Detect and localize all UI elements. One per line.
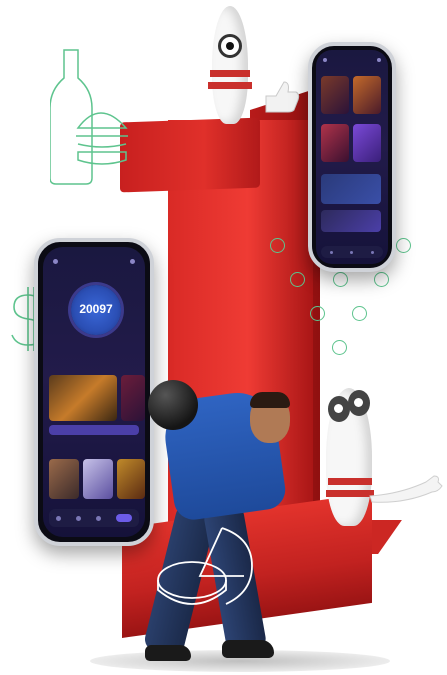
promo-card[interactable] <box>321 174 381 204</box>
media-tile[interactable] <box>49 459 79 499</box>
secondary-card[interactable] <box>121 375 145 421</box>
menu-icon[interactable] <box>377 58 381 62</box>
burger-icon <box>76 112 128 165</box>
media-tile[interactable] <box>83 459 113 499</box>
calendar-icon[interactable] <box>95 515 101 521</box>
bubble-icon <box>396 238 411 253</box>
bottle-burger-icon <box>50 49 128 185</box>
bowler-hair <box>250 392 290 408</box>
app-screen-right <box>316 50 388 264</box>
bottle-icon <box>50 49 93 185</box>
bubble-icon <box>290 272 305 287</box>
event-tile[interactable] <box>353 124 381 162</box>
bowler-shoe <box>145 645 191 661</box>
app-screen-left: 20097 <box>43 247 145 537</box>
phone-left: 20097 <box>34 238 154 546</box>
thumbs-up-icon <box>265 81 300 113</box>
back-icon[interactable] <box>323 58 327 62</box>
search-icon[interactable] <box>76 515 82 521</box>
menu-icon[interactable] <box>53 259 58 264</box>
bottom-nav <box>49 509 139 527</box>
media-tile[interactable] <box>117 459 145 499</box>
promo-card[interactable] <box>321 210 381 232</box>
bubble-icon <box>332 340 347 355</box>
event-tile[interactable] <box>321 76 349 114</box>
featured-card[interactable] <box>49 375 117 421</box>
card-action-button[interactable] <box>49 425 139 435</box>
bubble-icon <box>352 306 367 321</box>
app-header <box>43 259 145 269</box>
profile-icon[interactable] <box>371 250 375 254</box>
pin-arm-icon <box>369 475 443 503</box>
search-icon[interactable] <box>350 250 354 254</box>
home-icon[interactable] <box>329 250 333 254</box>
pin-mascot-top <box>204 6 256 124</box>
bowler-shoe <box>222 640 274 658</box>
coins-icon <box>157 527 253 605</box>
bubble-icon <box>310 306 325 321</box>
event-tile[interactable] <box>353 76 381 114</box>
bubble-icon <box>333 272 348 287</box>
nav-selected-tab[interactable] <box>115 514 132 522</box>
bubble-icon <box>270 238 285 253</box>
event-tile[interactable] <box>321 124 349 162</box>
app-header <box>316 58 388 68</box>
home-icon[interactable] <box>56 515 62 521</box>
bubble-icon <box>374 272 389 287</box>
bowling-ball <box>148 380 198 430</box>
number-one-top <box>120 117 260 193</box>
profile-icon[interactable] <box>130 259 135 264</box>
bottom-nav <box>321 246 383 258</box>
phone-right <box>308 42 396 272</box>
score-value: 20097 <box>79 302 113 316</box>
